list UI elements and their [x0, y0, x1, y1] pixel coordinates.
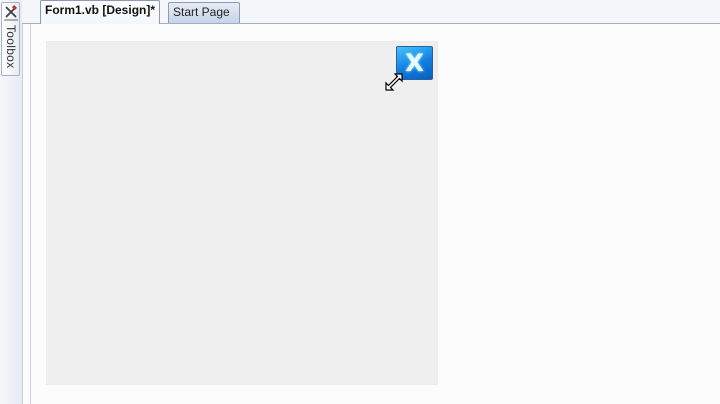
resize-diagonal-cursor: [385, 73, 403, 91]
x-icon: X: [405, 49, 424, 77]
toolbox-tab[interactable]: Toolbox: [1, 2, 20, 76]
document-tab-strip: Form1.vb [Design]* Start Page: [22, 0, 720, 24]
tab-form1-design[interactable]: Form1.vb [Design]*: [40, 0, 161, 24]
toolbox-label: Toolbox: [4, 25, 18, 69]
tab-start-page[interactable]: Start Page: [168, 2, 240, 23]
form-canvas[interactable]: [47, 42, 437, 384]
toolbox-icon: [4, 5, 18, 21]
toolbox-sidebar: Toolbox: [0, 0, 23, 404]
